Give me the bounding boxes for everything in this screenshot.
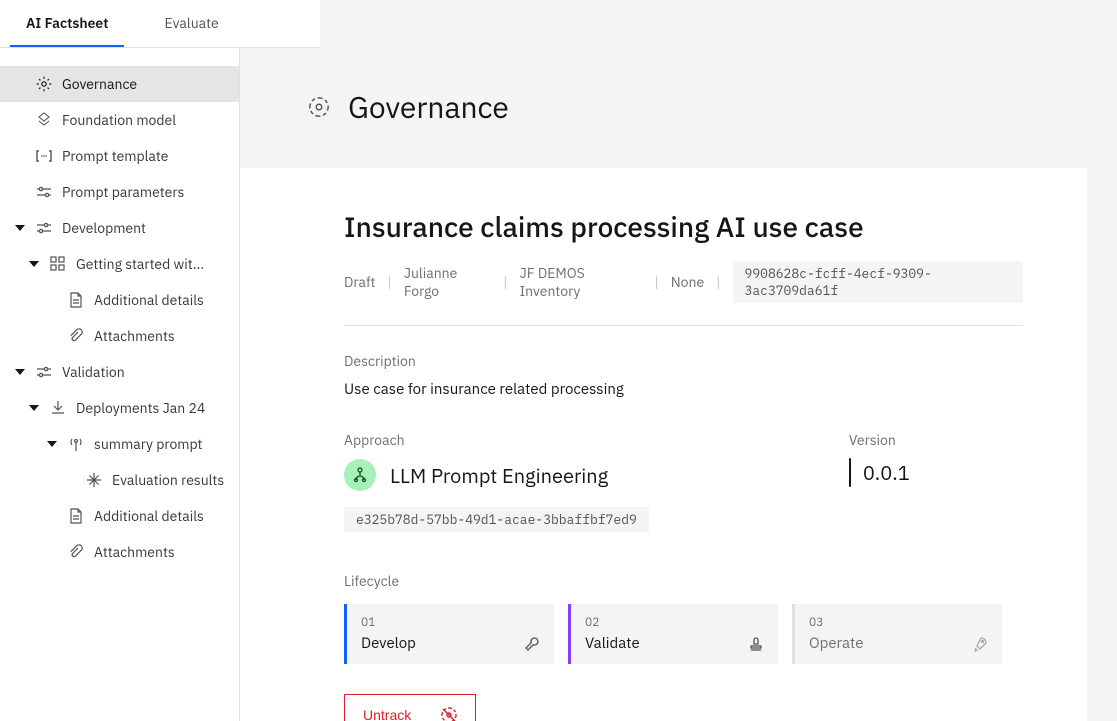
sidebar-item-governance[interactable]: Governance: [0, 66, 239, 102]
sidebar-item-label: Attachments: [94, 327, 175, 345]
sidebar-item-label: Evaluation results: [112, 471, 224, 489]
sidebar-item-prompt-template[interactable]: Prompt template: [0, 138, 239, 174]
description-section: Description Use case for insurance relat…: [344, 352, 1023, 399]
sliders-icon: [36, 364, 52, 380]
tab-label: Evaluate: [164, 14, 218, 32]
lifecycle-stage-name: Develop: [361, 634, 540, 653]
separator: |: [716, 273, 720, 291]
sidebar-item-foundation-model[interactable]: Foundation model: [0, 102, 239, 138]
usecase-title: Insurance claims processing AI use case: [344, 208, 1023, 245]
document-icon: [68, 508, 84, 524]
sidebar-item-getting-started[interactable]: Getting started wit...: [0, 246, 239, 282]
version-value: 0.0.1: [863, 459, 910, 486]
diamond-icon: [849, 459, 851, 486]
sidebar-item-summary-prompt[interactable]: summary prompt: [0, 426, 239, 462]
lifecycle-stage-operate[interactable]: 03 Operate: [792, 604, 1002, 664]
sidebar-item-label: Attachments: [94, 543, 175, 561]
sparkle-icon: [86, 472, 102, 488]
lifecycle-stage-develop[interactable]: 01 Develop: [344, 604, 554, 664]
sidebar-item-additional-details[interactable]: Additional details: [0, 282, 239, 318]
sidebar-item-label: summary prompt: [94, 435, 202, 453]
sidebar-item-label: Additional details: [94, 291, 204, 309]
sidebar-item-label: Prompt parameters: [62, 183, 184, 201]
rocket-icon: [972, 636, 988, 652]
approach-id: e325b78d-57bb-49d1-acae-3bbaffbf7ed9: [344, 507, 649, 532]
lifecycle-stage-name: Operate: [809, 634, 988, 653]
sidebar: Governance Foundation model Prompt templ…: [0, 48, 240, 721]
sidebar-item-deployments[interactable]: Deployments Jan 24: [0, 390, 239, 426]
antenna-icon: [68, 436, 84, 452]
version-section: Version 0.0.1: [849, 431, 910, 532]
sidebar-item-label: Governance: [62, 75, 137, 93]
diamond-stack-icon: [36, 112, 52, 128]
grid-icon: [50, 256, 66, 272]
separator: |: [654, 273, 658, 291]
main-content: Governance Insurance claims processing A…: [240, 48, 1117, 721]
usecase-guid: 9908628c-fcff-4ecf-9309-3ac3709da61f: [733, 261, 1023, 303]
lifecycle-stage-num: 01: [361, 615, 540, 630]
lifecycle-stage-num: 02: [585, 615, 764, 630]
tab-label: AI Factsheet: [26, 14, 108, 32]
deployment-icon: [50, 400, 66, 416]
page-title: Governance: [348, 88, 509, 127]
usecase-meta: Draft | Julianne Forgo | JF DEMOS Invent…: [344, 261, 1023, 303]
caret-down-icon: [14, 369, 26, 375]
document-icon: [68, 292, 84, 308]
sidebar-item-validation[interactable]: Validation: [0, 354, 239, 390]
approach-avatar-icon: [344, 459, 376, 491]
sidebar-item-attachments[interactable]: Attachments: [0, 318, 239, 354]
lifecycle-label: Lifecycle: [344, 572, 1023, 590]
lifecycle-stage-name: Validate: [585, 634, 764, 653]
attachment-icon: [68, 328, 84, 344]
caret-down-icon: [28, 405, 40, 411]
brackets-dots-icon: [36, 148, 52, 164]
sliders-icon: [36, 184, 52, 200]
approach-section: Approach LLM Prompt Engineering e325b78d…: [344, 431, 649, 532]
usecase-owner: Julianne Forgo: [404, 264, 491, 300]
description-label: Description: [344, 352, 1023, 370]
page-header: Governance: [240, 48, 1117, 138]
sidebar-item-label: Foundation model: [62, 111, 176, 129]
divider: [344, 325, 1023, 326]
caret-down-icon: [28, 261, 40, 267]
lifecycle-stage-num: 03: [809, 615, 988, 630]
usecase-inventory: JF DEMOS Inventory: [520, 264, 643, 300]
approach-label: Approach: [344, 431, 649, 449]
sidebar-item-label: Validation: [62, 363, 125, 381]
wrench-icon: [524, 636, 540, 652]
sidebar-item-attachments-2[interactable]: Attachments: [0, 534, 239, 570]
attachment-icon: [68, 544, 84, 560]
governance-panel: Insurance claims processing AI use case …: [240, 168, 1087, 721]
stamp-icon: [748, 636, 764, 652]
version-label: Version: [849, 431, 910, 449]
governance-target-icon: [308, 96, 330, 118]
lifecycle-stage-validate[interactable]: 02 Validate: [568, 604, 778, 664]
caret-down-icon: [14, 225, 26, 231]
separator: |: [387, 273, 391, 291]
untrack-button[interactable]: Untrack: [344, 694, 476, 721]
separator: |: [503, 273, 507, 291]
sidebar-item-evaluation-results[interactable]: Evaluation results: [0, 462, 239, 498]
caret-down-icon: [46, 441, 58, 447]
tab-evaluate[interactable]: Evaluate: [148, 0, 234, 47]
approach-name: LLM Prompt Engineering: [390, 462, 608, 489]
gear-icon: [36, 76, 52, 92]
sidebar-item-label: Getting started wit...: [76, 255, 204, 273]
sidebar-item-label: Deployments Jan 24: [76, 399, 205, 417]
sidebar-item-label: Development: [62, 219, 146, 237]
sidebar-item-label: Prompt template: [62, 147, 168, 165]
sidebar-item-label: Additional details: [94, 507, 204, 525]
tab-ai-factsheet[interactable]: AI Factsheet: [10, 0, 124, 47]
tabs-bar: AI Factsheet Evaluate: [0, 0, 320, 48]
lifecycle-section: Lifecycle 01 Develop 02 Validate: [344, 572, 1023, 664]
sidebar-item-development[interactable]: Development: [0, 210, 239, 246]
untrack-label: Untrack: [363, 707, 411, 721]
description-text: Use case for insurance related processin…: [344, 380, 1023, 399]
sidebar-item-additional-details-2[interactable]: Additional details: [0, 498, 239, 534]
usecase-status: Draft: [344, 273, 375, 291]
target-slash-icon: [441, 707, 457, 721]
sliders-icon: [36, 220, 52, 236]
sidebar-item-prompt-parameters[interactable]: Prompt parameters: [0, 174, 239, 210]
usecase-risk: None: [671, 273, 704, 291]
